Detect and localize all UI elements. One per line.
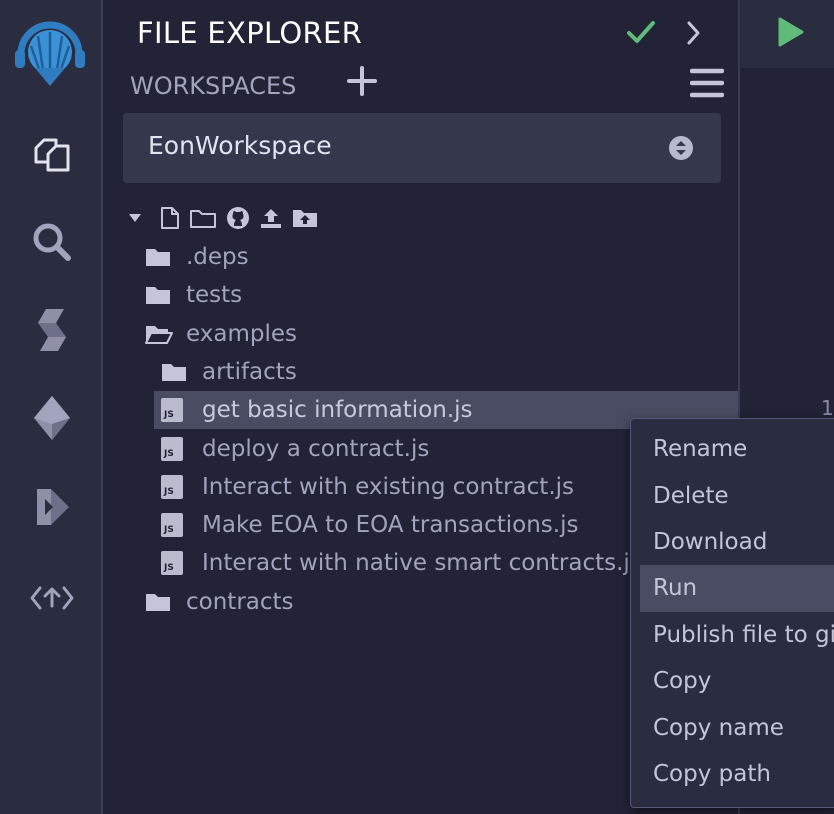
tree-item-label: deploy a contract.js (202, 435, 430, 462)
icon-rail (0, 0, 103, 814)
file-explorer-icon[interactable] (26, 128, 78, 180)
run-script-button[interactable] (777, 16, 805, 52)
tree-item-label: get basic information.js (202, 397, 473, 424)
upload-icon[interactable] (259, 206, 283, 230)
tree-item[interactable]: artifacts (154, 353, 297, 391)
github-icon[interactable] (226, 206, 250, 230)
js-file-icon: JS (161, 513, 202, 538)
context-menu-item[interactable]: Delete (631, 472, 834, 518)
tree-item[interactable]: JS Interact with existing contract.js (154, 468, 574, 506)
new-file-icon[interactable] (160, 206, 180, 230)
tree-item-label: artifacts (202, 358, 297, 385)
remix-logo-icon[interactable] (10, 12, 90, 92)
context-menu-item[interactable]: Copy (631, 658, 834, 704)
tree-item[interactable]: examples (145, 315, 297, 353)
context-menu-item[interactable]: Rename (631, 426, 834, 472)
search-icon[interactable] (26, 216, 78, 268)
tree-item-label: contracts (186, 588, 294, 615)
js-file-icon: JS (161, 551, 202, 576)
select-arrows-icon (668, 135, 694, 165)
plugin-manager-icon[interactable] (26, 572, 78, 624)
context-menu-item[interactable]: Run (640, 565, 834, 612)
tree-item[interactable]: tests (145, 276, 242, 314)
tree-item-label: Interact with native smart contracts.js (202, 550, 642, 577)
js-file-icon: JS (161, 436, 202, 461)
folder-icon (145, 592, 186, 612)
caret-down-icon[interactable] (128, 213, 142, 223)
chevron-right-icon[interactable] (686, 20, 702, 50)
tree-item-label: .deps (186, 244, 249, 270)
js-file-icon: JS (161, 398, 202, 423)
folder-icon (145, 285, 186, 305)
folder-icon (145, 247, 186, 267)
hamburger-menu-icon[interactable] (689, 68, 725, 102)
solidity-compiler-icon[interactable] (26, 304, 78, 356)
tree-item[interactable]: JS Interact with native smart contracts.j… (154, 544, 642, 582)
tree-item[interactable]: JS deploy a contract.js (154, 430, 429, 468)
folder-open-icon (145, 324, 186, 344)
context-menu: Rename Delete Download Run Publish file to g… (630, 418, 834, 808)
tree-item[interactable]: contracts (145, 583, 294, 621)
js-file-icon: JS (161, 474, 202, 499)
line-number: 1 (821, 396, 834, 420)
file-toolbar (128, 204, 327, 232)
tree-item-label: Interact with existing contract.js (202, 473, 574, 500)
panel-title: FILE EXPLORER (137, 16, 363, 50)
tree-item-label: examples (186, 320, 297, 347)
workspaces-label: WORKSPACES (130, 72, 297, 100)
tree-item[interactable]: JS Make EOA to EOA transactions.js (154, 506, 578, 544)
folder-icon (161, 362, 202, 382)
context-menu-item[interactable]: Copy path (631, 751, 834, 797)
context-menu-item[interactable]: Download (631, 519, 834, 565)
workspace-select-value: EonWorkspace (148, 131, 332, 160)
tree-item-label: Make EOA to EOA transactions.js (202, 512, 579, 539)
tree-item-label: tests (186, 282, 243, 309)
check-icon (626, 18, 656, 50)
deploy-run-icon[interactable] (26, 392, 78, 444)
debugger-icon[interactable] (26, 482, 78, 534)
workspace-select[interactable]: EonWorkspace (123, 113, 721, 183)
upload-folder-icon[interactable] (292, 207, 318, 229)
context-menu-item[interactable]: Copy name (631, 704, 834, 750)
tree-item[interactable]: .deps (145, 238, 249, 276)
new-folder-icon[interactable] (189, 207, 217, 229)
add-workspace-button[interactable] (347, 66, 377, 100)
context-menu-item[interactable]: Publish file to gi (631, 612, 834, 658)
